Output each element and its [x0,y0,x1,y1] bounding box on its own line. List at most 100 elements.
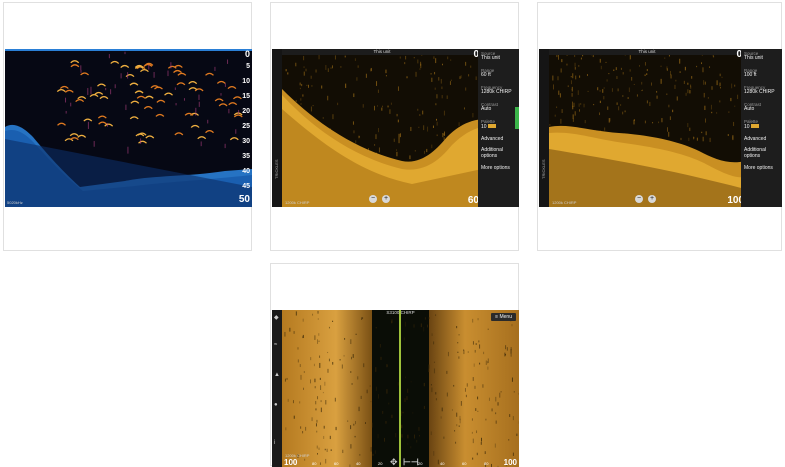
fish-arch [144,64,152,66]
sonar-clutter [376,327,377,328]
fish-arch [185,113,193,115]
zoom-in-button[interactable]: + [382,195,390,203]
sonar-clutter [437,135,438,137]
sonar-clutter [641,90,642,91]
thumb-card-1[interactable]: 0 5 10 15 20 25 30 35 40 45 50 5020kHz [3,2,252,251]
sonar-clutter [311,85,312,86]
menu-item-frequency[interactable]: Frequency1280k CHIRP [744,85,779,96]
sonar-clutter [628,97,629,99]
sonar-clutter [423,125,424,130]
zoom-out-button[interactable]: − [635,195,643,203]
sonar-clutter [457,352,458,353]
menu-item-range[interactable]: Range100 ft [744,68,779,79]
sonar-clutter [353,93,354,97]
scout-icon[interactable]: ● [274,402,278,408]
track-icon[interactable]: ≈ [274,342,277,348]
fish-arch [70,134,78,136]
menu-item-advanced[interactable]: Advanced [481,137,516,143]
menu-item-more[interactable]: More options [481,166,516,172]
sonar-clutter [501,391,502,392]
sonar-clutter [304,66,305,67]
sonar-clutter [560,119,561,124]
sonar-clutter [195,108,196,116]
sonar-clutter [593,104,594,105]
menu-item-contrast[interactable]: ContrastAuto [744,102,779,113]
menu-item-advanced[interactable]: Advanced [744,137,779,143]
left-tab[interactable]: TRICKLES [272,49,282,207]
sonar-clutter [320,462,321,464]
sonar-clutter [438,460,439,465]
sonar-clutter [511,324,512,326]
sonar-clutter [450,81,451,85]
sonar-clutter [435,103,436,105]
sonar-clutter [355,436,356,437]
sonar-clutter [558,55,559,60]
fish-arch [71,65,79,67]
menu-item-range[interactable]: Range60 ft [481,68,516,79]
sonar-clutter [459,334,460,335]
menu-item-frequency[interactable]: Frequency1280k CHIRP [481,85,516,96]
sonar-clutter [370,68,371,71]
depth-label: 25 [242,123,250,130]
sonar-clutter [286,69,287,71]
tool-strip: ◆ ≈ ▲ ● i [272,310,282,467]
menu-item-source[interactable]: SourceThis unit [744,51,779,62]
sonar-clutter [458,356,459,358]
sonar-clutter [496,421,497,424]
sonar-clutter [710,138,711,142]
sonar-clutter [350,371,351,373]
sonar-clutter [441,416,442,418]
menu-item-more[interactable]: More options [744,166,779,172]
sonar-clutter [661,66,662,67]
sonar-clutter [687,123,688,127]
sonar-clutter [81,70,82,73]
fish-arch [131,101,139,103]
menu-item-palette[interactable]: Palette10 [744,119,779,131]
scale-label: 80 [484,461,488,466]
sonar-clutter [358,136,359,139]
sonar-clutter [406,396,407,400]
sonar-clutter [512,378,513,382]
waypoint-icon[interactable]: ◆ [274,314,279,321]
sonar-clutter [329,327,330,328]
sonar-clutter [110,89,111,94]
sonar-clutter [324,426,325,429]
menu-button[interactable]: ≡ Menu [491,313,516,321]
menu-item-source[interactable]: SourceThis unit [481,51,516,62]
sonar-clutter [355,58,356,61]
depth-label: 20 [242,108,250,115]
fish-arch [71,61,79,63]
sonar-clutter [485,419,486,421]
sonar-clutter [414,324,415,327]
info-icon[interactable]: i [274,440,275,446]
menu-item-contrast[interactable]: ContrastAuto [481,102,516,113]
sonar-clutter [706,131,707,135]
menu-item-additional[interactable]: Additional options [481,148,516,160]
sonar-clutter [600,59,601,63]
sonar-clutter [397,114,398,116]
sonar-clutter [693,137,694,140]
sonar-clutter [584,104,585,108]
sonar-clutter [316,423,317,426]
sonar-clutter [332,65,333,68]
menu-item-additional[interactable]: Additional options [744,148,779,160]
sonar-clutter [361,396,362,399]
zoom-out-button[interactable]: − [369,195,377,203]
sonar-clutter [441,87,442,90]
sonar-clutter [485,451,486,454]
sonar-clutter [407,444,408,445]
sonar-clutter [407,435,408,439]
thumb-card-4[interactable]: ◆ ≈ ▲ ● i [270,263,519,466]
fish-arch [219,104,227,106]
route-icon[interactable]: ▲ [274,372,280,378]
scroll-indicator[interactable] [515,107,519,129]
zoom-in-button[interactable]: + [648,195,656,203]
sonar-clutter [607,106,608,109]
sonar-clutter [465,87,466,90]
sonar-clutter [407,76,408,78]
thumb-card-2[interactable]: TRICKLES This unit 0 60 1200k CHIRP − + … [270,2,519,251]
left-tab[interactable]: TRICKLES [539,49,549,207]
sonar-clutter [575,111,576,115]
thumb-card-3[interactable]: TRICKLES This unit 0 100 1200k CHIRP − +… [537,2,782,251]
menu-item-palette[interactable]: Palette10 [481,119,516,131]
